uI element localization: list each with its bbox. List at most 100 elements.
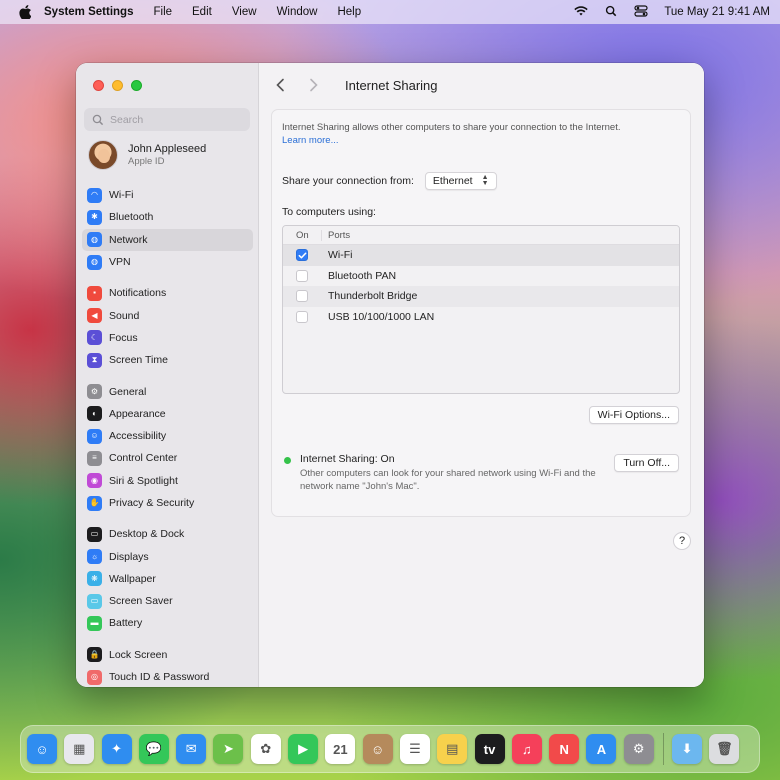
sidebar-item-bluetooth[interactable]: ✱ Bluetooth — [82, 206, 253, 228]
safari-icon[interactable]: ✦ — [101, 734, 132, 764]
sidebar-item-notifications[interactable]: ▪ Notifications — [82, 282, 253, 304]
edit-menu[interactable]: Edit — [192, 6, 212, 18]
apple-id-account[interactable]: John Appleseed Apple ID — [88, 140, 206, 170]
forward-chevron-icon[interactable] — [307, 78, 319, 92]
spotlight-search-icon[interactable] — [604, 5, 618, 20]
sidebar-item-label: Focus — [109, 331, 138, 344]
finder-icon[interactable]: ☺ — [27, 734, 57, 764]
minimize-window-button[interactable] — [112, 80, 123, 91]
launchpad-icon[interactable]: ▦ — [64, 734, 95, 764]
wifi-icon: ◠ — [87, 187, 102, 203]
general-gear-icon: ⚙ — [87, 384, 102, 400]
port-checkbox[interactable] — [296, 310, 308, 323]
column-ports[interactable]: Ports — [321, 229, 350, 241]
wifi-options-button[interactable]: Wi-Fi Options... — [588, 406, 679, 424]
search-placeholder: Search — [110, 113, 144, 126]
port-checkbox[interactable] — [296, 290, 308, 303]
port-checkbox[interactable] — [296, 269, 308, 282]
sidebar-item-desktop-dock[interactable]: ▭ Desktop & Dock — [82, 523, 253, 545]
sidebar-item-wallpaper[interactable]: ❋ Wallpaper — [82, 568, 253, 590]
messages-icon[interactable]: 💬 — [138, 734, 169, 764]
learn-more-link[interactable]: Learn more... — [282, 135, 339, 146]
sidebar-item-network[interactable]: ◍ Network — [82, 228, 253, 251]
calendar-icon[interactable]: 21 — [325, 734, 356, 764]
trash-icon[interactable]: 🗑 — [709, 734, 740, 764]
menu-clock[interactable]: Tue May 21 9:41 AM — [664, 6, 770, 18]
sidebar-item-screen-time[interactable]: ⧗ Screen Time — [82, 349, 253, 371]
sidebar-item-label: Screen Saver — [109, 595, 173, 608]
system-settings-window: Search John Appleseed Apple ID ◠ Wi-Fi ✱ Bl… — [76, 63, 704, 687]
port-name: Bluetooth PAN — [328, 269, 397, 282]
column-on[interactable]: On — [283, 230, 321, 241]
music-icon[interactable]: ♫ — [511, 734, 542, 764]
network-globe-icon: ◍ — [87, 232, 102, 248]
sidebar-item-label: Desktop & Dock — [109, 528, 185, 541]
sidebar-item-sound[interactable]: ◀ Sound — [82, 304, 253, 326]
privacy-hand-icon: ✋ — [87, 495, 102, 511]
sidebar-item-label: Accessibility — [109, 430, 167, 443]
sidebar-item-vpn[interactable]: ◍ VPN — [82, 251, 253, 273]
window-menu[interactable]: Window — [277, 6, 318, 18]
sidebar-item-control-center[interactable]: ≡ Control Center — [82, 447, 253, 469]
share-from-popup[interactable]: Ethernet ▲ ▼ — [424, 172, 497, 190]
mail-icon[interactable]: ✉ — [176, 734, 207, 764]
turn-off-button[interactable]: Turn Off... — [614, 454, 679, 472]
contacts-icon[interactable]: ☺ — [362, 734, 393, 764]
downloads-folder-icon[interactable]: ⬇ — [672, 734, 703, 764]
sidebar-item-general[interactable]: ⚙ General — [82, 380, 253, 402]
description: Internet Sharing allows other computers … — [282, 121, 621, 147]
avatar — [88, 140, 118, 170]
table-row[interactable]: USB 10/100/1000 LAN — [283, 307, 679, 328]
sidebar-item-displays[interactable]: ☼ Displays — [82, 545, 253, 567]
control-center-icon: ≡ — [87, 450, 102, 466]
sidebar-item-wi-fi[interactable]: ◠ Wi-Fi — [82, 184, 253, 206]
photos-icon[interactable]: ✿ — [250, 734, 281, 764]
sidebar-item-lock-screen[interactable]: 🔒 Lock Screen — [82, 644, 253, 666]
view-menu[interactable]: View — [232, 6, 257, 18]
window-controls — [93, 80, 142, 91]
sidebar-item-label: Screen Time — [109, 354, 168, 367]
focus-moon-icon: ☾ — [87, 330, 102, 346]
notes-icon[interactable]: ▤ — [437, 734, 468, 764]
checkbox-cell — [283, 249, 321, 262]
apple-menu-icon[interactable] — [14, 5, 36, 19]
zoom-window-button[interactable] — [131, 80, 142, 91]
control-center-toggle-icon[interactable] — [634, 4, 648, 20]
maps-icon[interactable]: ➤ — [213, 734, 244, 764]
sidebar-item-screen-saver[interactable]: ▭ Screen Saver — [82, 590, 253, 612]
table-row[interactable]: Bluetooth PAN — [283, 266, 679, 287]
description-text: Internet Sharing allows other computers … — [282, 122, 621, 133]
sidebar-item-label: Privacy & Security — [109, 497, 195, 509]
app-store-icon[interactable]: A — [586, 734, 617, 764]
port-checkbox[interactable] — [296, 249, 308, 262]
facetime-icon[interactable]: ▶ — [288, 734, 319, 764]
share-from-row: Share your connection from: Ethernet ▲ ▼ — [282, 172, 497, 190]
app-menu[interactable]: System Settings — [44, 6, 133, 18]
sidebar-item-battery[interactable]: ▬ Battery — [82, 612, 253, 634]
wifi-status-icon[interactable] — [574, 5, 589, 20]
sidebar-item-siri-spotlight[interactable]: ◉ Siri & Spotlight — [82, 470, 253, 492]
sidebar-search-field[interactable]: Search — [84, 108, 250, 131]
sidebar-item-accessibility[interactable]: ☺ Accessibility — [82, 425, 253, 447]
close-window-button[interactable] — [93, 80, 104, 91]
share-from-value: Ethernet — [432, 175, 473, 187]
help-menu[interactable]: Help — [337, 6, 361, 18]
sidebar-item-privacy-security[interactable]: ✋ Privacy & Security — [82, 492, 253, 514]
apple-tv-icon[interactable]: tv — [474, 734, 505, 764]
system-settings-icon[interactable]: ⚙ — [623, 734, 654, 764]
sidebar-item-touch-id-password[interactable]: ◎ Touch ID & Password — [82, 666, 253, 687]
file-menu[interactable]: File — [153, 6, 172, 18]
lock-icon: 🔒 — [87, 647, 102, 663]
sidebar-item-appearance[interactable]: ◐ Appearance — [82, 403, 253, 425]
sidebar-item-focus[interactable]: ☾ Focus — [82, 327, 253, 349]
help-button[interactable]: ? — [673, 532, 691, 550]
main-content: Internet Sharing Internet Sharing allows… — [259, 63, 704, 687]
table-row[interactable]: Wi-Fi — [283, 245, 679, 266]
page-title: Internet Sharing — [345, 77, 438, 93]
toolbar: Internet Sharing — [259, 63, 704, 107]
news-icon[interactable]: N — [549, 734, 580, 764]
reminders-icon[interactable]: ☰ — [399, 734, 430, 764]
back-chevron-icon[interactable] — [275, 78, 287, 92]
table-row[interactable]: Thunderbolt Bridge — [283, 286, 679, 307]
